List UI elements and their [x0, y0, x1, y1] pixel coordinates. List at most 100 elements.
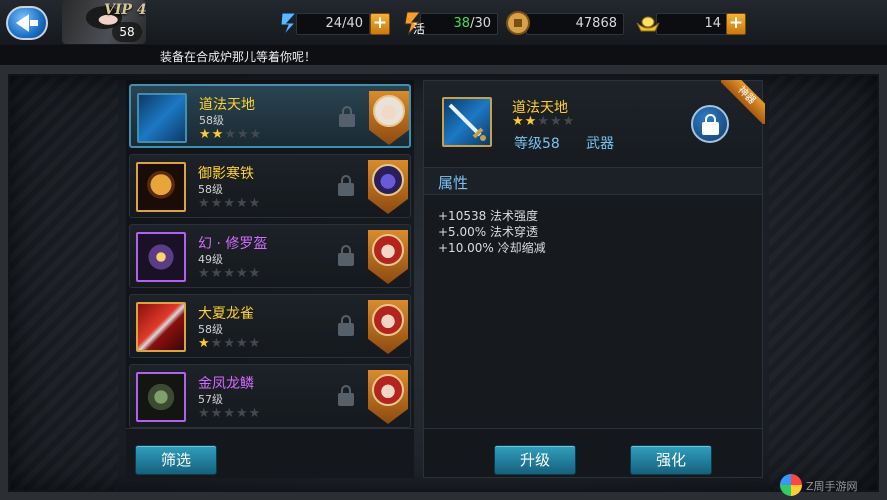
star-icon: ★	[198, 336, 211, 351]
star-icon: ★	[223, 336, 236, 351]
item-level: 58级	[198, 183, 223, 196]
star-icon: ★	[248, 266, 262, 281]
helmet-gold-icon	[136, 162, 186, 212]
hero-face-icon	[372, 234, 404, 266]
watermark-text: Z周手游网	[806, 480, 858, 493]
detail-footer: 升级 强化	[423, 428, 763, 478]
item-name: 金凤龙鳞	[198, 376, 254, 392]
item-level: 49级	[198, 253, 223, 266]
item-level: 58级	[199, 114, 224, 127]
star-icon: ★	[199, 127, 212, 142]
stamina-resource: 24/40 +	[276, 9, 392, 37]
attribute-line: +5.00% 法术穿透	[438, 225, 538, 239]
star-icon: ★	[235, 336, 249, 351]
top-bar: VIP 4 58 24/40 + 38/30 活 47868 14 +	[0, 0, 887, 46]
equipment-list[interactable]: 道法天地 58级 ★★★★★ 御影寒铁 58级 ★★★★★ 幻 · 修罗盔 49级 ★★★★★ 大…	[126, 80, 414, 478]
ribbon-text: 神器	[721, 80, 765, 124]
star-icon: ★	[537, 114, 550, 129]
lock-icon	[338, 315, 354, 337]
equipment-list-item[interactable]: 御影寒铁 58级 ★★★★★	[129, 154, 411, 218]
star-icon: ★	[512, 114, 525, 129]
lock-icon	[338, 245, 354, 267]
filter-button[interactable]: 筛选	[135, 445, 217, 475]
item-stars: ★★★★★	[198, 336, 261, 351]
item-level: 57级	[198, 393, 223, 406]
equipment-list-item[interactable]: 幻 · 修罗盔 49级 ★★★★★	[129, 224, 411, 288]
vip-label: VIP 4	[104, 2, 147, 18]
item-stars: ★★★★★	[198, 266, 261, 281]
star-icon: ★	[198, 266, 211, 281]
hero-face-icon	[372, 374, 404, 406]
hero-face-icon	[373, 95, 405, 127]
stamina-value: 24	[325, 16, 343, 31]
gold-value: 14	[656, 13, 728, 35]
sword-icon	[137, 93, 187, 143]
equipment-list-item[interactable]: 道法天地 58级 ★★★★★	[129, 84, 411, 148]
item-stars: ★★★★★	[199, 127, 262, 142]
hero-portrait	[369, 91, 409, 145]
add-gold-button[interactable]: +	[726, 13, 746, 35]
helmet-purple-icon	[136, 232, 186, 282]
star-icon: ★	[235, 406, 249, 421]
item-name: 大夏龙雀	[198, 306, 254, 322]
star-icon: ★	[549, 114, 563, 129]
star-icon: ★	[198, 406, 211, 421]
equipment-list-item[interactable]: 大夏龙雀 58级 ★★★★★	[129, 294, 411, 358]
attributes-title: 属性	[438, 174, 469, 192]
star-icon: ★	[210, 336, 224, 351]
item-name: 道法天地	[199, 97, 255, 113]
lock-icon	[339, 106, 355, 128]
hero-portrait	[368, 370, 408, 424]
star-icon: ★	[198, 196, 211, 211]
star-icon: ★	[236, 127, 250, 142]
star-icon: ★	[249, 127, 263, 142]
upgrade-button[interactable]: 升级	[494, 445, 576, 475]
scrolling-notice: 装备在合成炉那儿等着你呢！	[0, 46, 887, 66]
player-level-badge: 58	[112, 22, 142, 42]
attribute-line: +10.00% 冷却缩减	[438, 241, 546, 255]
notice-text: 装备在合成炉那儿等着你呢！	[160, 50, 317, 64]
energy-resource: 38/30 活	[400, 9, 500, 37]
background-decoration-right	[769, 70, 879, 490]
artifact-ribbon: 神器	[721, 80, 765, 124]
enhance-button[interactable]: 强化	[630, 445, 712, 475]
app-root: VIP 4 58 24/40 + 38/30 活 47868 14 + 装备在合…	[0, 0, 887, 500]
stamina-max: /40	[342, 16, 363, 31]
watermark-logo-icon	[780, 474, 802, 496]
gold-ingot-icon	[636, 16, 660, 32]
item-name: 御影寒铁	[198, 166, 254, 182]
armor-icon	[136, 372, 186, 422]
detail-header: 道法天地 ★★★★★ 等级58 武器 神器	[424, 80, 765, 167]
star-icon: ★	[235, 196, 249, 211]
star-icon: ★	[248, 196, 262, 211]
energy-value: 38	[453, 16, 471, 31]
background-decoration-left	[8, 70, 118, 490]
detail-level: 等级58	[514, 136, 560, 152]
hero-portrait	[368, 160, 408, 214]
star-icon: ★	[211, 127, 225, 142]
item-name: 幻 · 修罗盔	[198, 236, 268, 252]
back-button[interactable]	[6, 6, 48, 40]
star-icon: ★	[235, 266, 249, 281]
attributes-header: 属性	[424, 167, 762, 195]
detail-sword-thumbnail	[442, 97, 492, 147]
attribute-line: +10538 法术强度	[438, 209, 539, 223]
item-level: 58级	[198, 323, 223, 336]
lock-icon	[338, 385, 354, 407]
star-icon: ★	[223, 196, 236, 211]
item-stars: ★★★★★	[198, 196, 261, 211]
sword-icon	[448, 103, 486, 141]
star-icon: ★	[248, 336, 262, 351]
coin-icon	[506, 11, 530, 35]
star-icon: ★	[562, 114, 576, 129]
blade-red-icon	[136, 302, 186, 352]
equipment-detail-panel: 道法天地 ★★★★★ 等级58 武器 神器 属性 +10538 法术强度 +5.…	[423, 80, 765, 478]
energy-icon-label: 活	[413, 22, 426, 36]
stamina-icon	[280, 12, 298, 36]
detail-type: 武器	[586, 136, 614, 152]
add-stamina-button[interactable]: +	[370, 13, 390, 35]
star-icon: ★	[223, 406, 236, 421]
back-arrow-icon	[16, 14, 29, 32]
equipment-list-item[interactable]: 金凤龙鳞 57级 ★★★★★	[129, 364, 411, 428]
hero-face-icon	[372, 304, 404, 336]
